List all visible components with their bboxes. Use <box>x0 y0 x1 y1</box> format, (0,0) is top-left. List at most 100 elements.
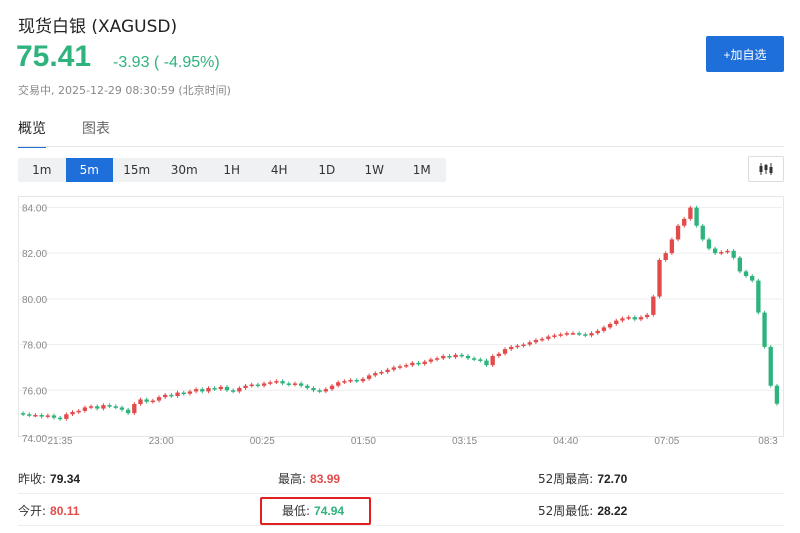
candle-body <box>95 406 100 409</box>
candle-body <box>379 372 384 374</box>
candle-body <box>663 253 668 260</box>
candle-body <box>410 362 415 366</box>
x-tick-label: 08:3 <box>758 436 778 447</box>
candle-body <box>360 378 366 382</box>
candle-body <box>163 394 168 398</box>
timeframe-1h[interactable]: 1H <box>208 158 256 182</box>
highlight-box <box>260 497 371 525</box>
candle-body <box>669 239 675 254</box>
candle-body <box>249 384 254 387</box>
stats-table: 昨收: 79.34 最高: 83.99 52周最高: 72.70 今开: 80.11 最… <box>18 462 784 526</box>
candle-body <box>27 414 32 416</box>
timeframe-1m[interactable]: 1m <box>18 158 66 182</box>
candle-body <box>231 390 236 392</box>
candle-body <box>570 333 576 335</box>
candle-body <box>193 389 199 392</box>
timeframe-30m[interactable]: 30m <box>161 158 209 182</box>
candle-body <box>422 361 427 364</box>
y-tick-label: 76.00 <box>22 386 47 397</box>
candle-body <box>706 239 712 249</box>
candle-body <box>521 344 526 347</box>
candle-body <box>743 271 749 276</box>
candle-body <box>731 250 736 258</box>
candle-body <box>712 248 718 254</box>
candle-body <box>465 356 471 359</box>
candle-body <box>762 312 767 347</box>
candle-body <box>638 317 644 320</box>
candle-body <box>539 338 545 341</box>
price-change: -3.93 ( -4.95%) <box>113 54 220 71</box>
candle-body <box>76 410 81 413</box>
candle-body <box>620 318 625 321</box>
candle-body <box>366 375 372 379</box>
tab-overview[interactable]: 概览 <box>18 118 46 148</box>
page-title: 现货白银 (XAGUSD) <box>18 17 178 37</box>
y-tick-label: 80.00 <box>22 295 47 306</box>
candle-body <box>533 340 539 343</box>
candle-body <box>125 409 131 414</box>
candle-body <box>144 399 149 402</box>
price-chart[interactable]: 76.00 78.00 80.00 82.00 84.00 74.00 21:35 23:00… <box>18 196 784 450</box>
candle-body <box>416 362 421 365</box>
x-tick-label: 21:35 <box>47 436 72 447</box>
candle-body <box>268 382 273 384</box>
candle-body <box>774 385 780 404</box>
y-tick-label: 78.00 <box>22 341 47 352</box>
candle-body <box>404 365 409 367</box>
candle-body <box>564 333 569 335</box>
candle-body <box>45 415 50 417</box>
candle-body <box>750 276 755 281</box>
candle-body <box>768 346 773 386</box>
candle-body <box>156 397 162 401</box>
candle-body <box>675 225 681 240</box>
candle-body <box>286 383 291 385</box>
candle-body <box>206 388 211 392</box>
y-tick-label: 74.00 <box>22 434 47 445</box>
candle-body <box>20 413 26 415</box>
candle-body <box>280 381 285 384</box>
candle-body <box>107 405 112 407</box>
chart-frame <box>18 196 784 437</box>
trade-time: 交易中, 2025-12-29 08:30:59 (北京时间) <box>18 84 231 97</box>
candle-body <box>212 388 217 390</box>
add-watchlist-button[interactable]: +加自选 <box>706 36 784 72</box>
candle-body <box>397 366 403 368</box>
candlestick-chart[interactable]: 76.00 78.00 80.00 82.00 84.00 74.00 21:35 23:00… <box>18 196 784 450</box>
candle-body <box>64 414 69 419</box>
candle-body <box>70 412 75 415</box>
timeframe-4h[interactable]: 4H <box>256 158 304 182</box>
candle-body <box>632 317 637 320</box>
candle-body <box>101 405 106 409</box>
candle-body <box>348 380 353 382</box>
timeframe-5m[interactable]: 5m <box>65 158 113 182</box>
candle-body <box>274 381 279 383</box>
candle-body <box>459 354 464 357</box>
stats-row: 昨收: 79.34 最高: 83.99 52周最高: 72.70 <box>18 462 784 494</box>
week52-low-stat: 52周最低: 28.22 <box>538 504 628 518</box>
timeframe-15m[interactable]: 15m <box>113 158 161 182</box>
candle-body <box>694 207 699 226</box>
week52-high-stat: 52周最高: 72.70 <box>538 472 628 486</box>
candle-body <box>614 320 619 324</box>
candle-body <box>187 391 193 394</box>
candle-body <box>644 314 650 318</box>
chart-type-button[interactable] <box>748 156 784 182</box>
candle-body <box>224 386 230 391</box>
candle-body <box>552 335 557 337</box>
timeframe-1d[interactable]: 1D <box>303 158 351 182</box>
candle-body <box>169 394 174 397</box>
x-tick-label: 04:40 <box>553 436 578 447</box>
timeframe-1mo[interactable]: 1M <box>398 158 446 182</box>
tab-chart[interactable]: 图表 <box>82 118 110 148</box>
last-price: 75.41 <box>16 40 92 73</box>
candle-body <box>82 407 88 411</box>
candle-body <box>311 388 316 391</box>
x-tick-label: 00:25 <box>250 436 275 447</box>
candle-body <box>58 417 63 420</box>
candle-body <box>138 399 143 404</box>
candle-body <box>509 346 514 350</box>
candle-body <box>490 356 495 366</box>
candle-body <box>601 327 607 331</box>
timeframe-1w[interactable]: 1W <box>351 158 399 182</box>
candle-body <box>391 367 396 370</box>
